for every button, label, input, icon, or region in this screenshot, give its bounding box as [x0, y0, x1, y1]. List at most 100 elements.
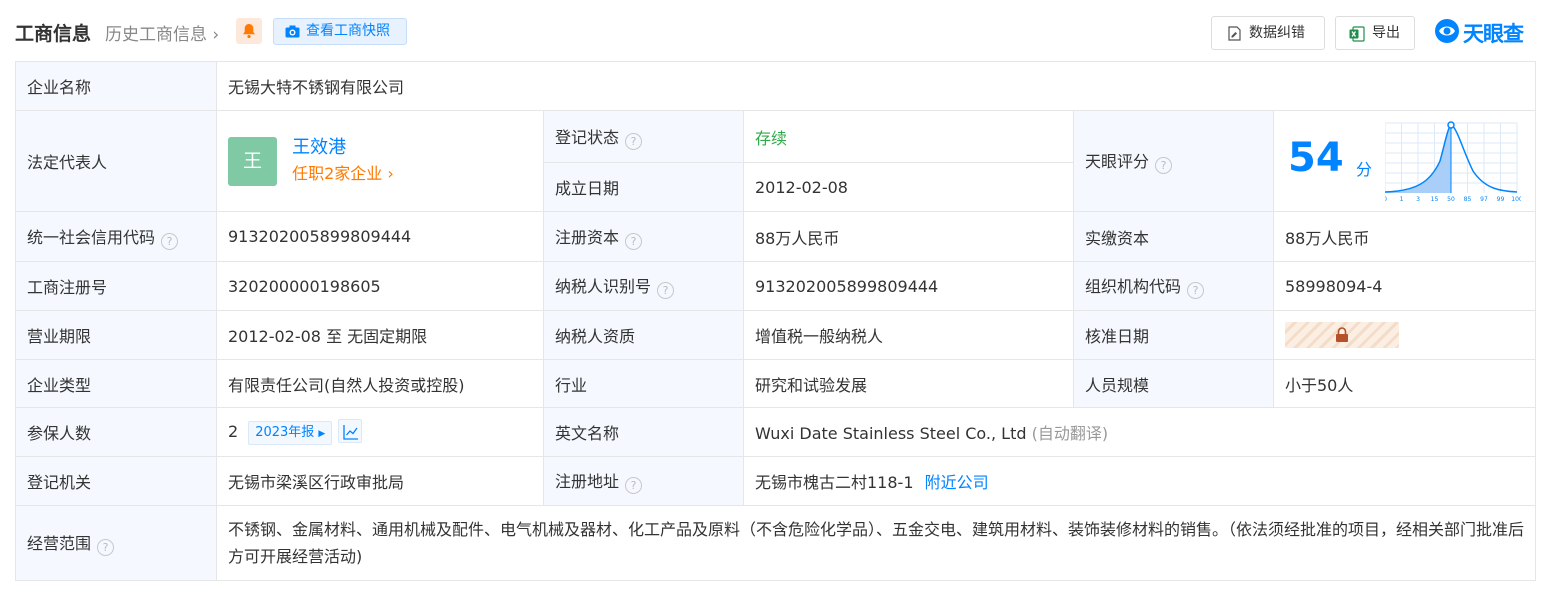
taxpayer-qual-value: 增值税一般纳税人 — [743, 310, 1074, 360]
staff-size-label: 人员规模 — [1073, 359, 1274, 408]
score-axis-tick: 97 — [1480, 196, 1488, 203]
company-type-label: 企业类型 — [15, 359, 217, 408]
english-name-label: 英文名称 — [543, 407, 744, 457]
help-icon[interactable]: ? — [97, 539, 115, 556]
table-row: 登记机关 无锡市梁溪区行政审批局 注册地址? 无锡市槐古二村118-1 附近公司 — [15, 456, 1537, 506]
score-axis-tick: 3 — [1416, 196, 1420, 203]
paid-capital-value: 88万人民币 — [1272, 211, 1537, 262]
scope-value: 不锈钢、金属材料、通用机械及配件、电气机械及器材、化工产品及原料（不含危险化学品… — [215, 505, 1537, 581]
table-row: 工商注册号 320200000198605 纳税人识别号? 9132020058… — [15, 261, 1537, 311]
industry-label: 行业 — [543, 359, 744, 408]
score-label: 天眼评分? — [1073, 110, 1274, 212]
score-value: 54 — [1288, 135, 1344, 181]
score-axis-tick: 99 — [1497, 196, 1505, 203]
company-type-value: 有限责任公司(自然人投资或控股) — [216, 359, 544, 408]
org-code-label: 组织机构代码? — [1073, 261, 1274, 311]
score-axis-tick: 50 — [1447, 196, 1455, 203]
insured-cell: 2 2023年报 ▶ — [216, 407, 544, 457]
chevron-right-icon: › — [387, 164, 394, 183]
score-cell[interactable]: 54 分 0 1 3 15 50 85 97 99 100 — [1272, 110, 1537, 212]
approve-date-label: 核准日期 — [1073, 310, 1274, 360]
insured-label: 参保人数 — [15, 407, 217, 457]
score-distribution-chart: 0 1 3 15 50 85 97 99 100 — [1385, 121, 1521, 203]
taxpayer-id-label: 纳税人识别号? — [543, 261, 744, 311]
snapshot-button[interactable]: 查看工商快照 — [273, 18, 407, 45]
legal-rep-cell: 王 王效港 任职2家企业 › — [216, 110, 544, 212]
table-row: 经营范围? 不锈钢、金属材料、通用机械及配件、电气机械及器材、化工产品及原料（不… — [15, 505, 1537, 581]
help-icon[interactable]: ? — [1187, 282, 1205, 299]
score-axis-tick: 85 — [1464, 196, 1472, 203]
reg-no-value: 320200000198605 — [216, 261, 544, 311]
reg-capital-value: 88万人民币 — [743, 211, 1074, 262]
trend-chart-button[interactable] — [338, 419, 363, 443]
logo-icon — [1435, 19, 1459, 43]
company-name-label: 企业名称 — [15, 61, 217, 111]
found-date-label: 成立日期 — [543, 162, 744, 212]
term-label: 营业期限 — [15, 310, 217, 360]
table-row: 营业期限 2012-02-08 至 无固定期限 纳税人资质 增值税一般纳税人 核… — [15, 310, 1537, 360]
industry-value: 研究和试验发展 — [743, 359, 1074, 408]
legal-rep-name[interactable]: 王效港 — [292, 135, 394, 161]
approve-date-cell — [1272, 310, 1537, 360]
history-link[interactable]: 历史工商信息 › — [105, 20, 219, 45]
table-row: 法定代表人 王 王效港 任职2家企业 › 登记状态? 存续 天眼评分? 54 分 — [15, 110, 1537, 212]
help-icon[interactable]: ? — [1155, 157, 1173, 174]
score-unit: 分 — [1356, 160, 1373, 179]
scope-label: 经营范围? — [15, 505, 217, 581]
help-icon[interactable]: ? — [625, 477, 643, 494]
data-correction-button[interactable]: 数据纠错 — [1211, 16, 1325, 50]
credit-code-label: 统一社会信用代码? — [15, 211, 217, 262]
address-label: 注册地址? — [543, 456, 744, 506]
annual-report-tag[interactable]: 2023年报 ▶ — [248, 421, 333, 445]
auto-translate-note: (自动翻译) — [1031, 424, 1109, 443]
taxpayer-id-value: 913202005899809444 — [743, 261, 1074, 311]
found-date-value: 2012-02-08 — [743, 162, 1074, 212]
help-icon[interactable]: ? — [161, 232, 179, 250]
authority-label: 登记机关 — [15, 456, 217, 506]
nearby-companies-link[interactable]: 附近公司 — [925, 473, 989, 492]
section-title: 工商信息 — [15, 23, 92, 45]
term-value: 2012-02-08 至 无固定期限 — [216, 310, 544, 360]
company-name-value: 无锡大特不锈钢有限公司 — [215, 61, 1537, 111]
reg-status-label: 登记状态? — [543, 110, 744, 163]
business-info-table: 企业名称 无锡大特不锈钢有限公司 法定代表人 王 王效港 任职2家企业 › 登记… — [15, 61, 1537, 581]
authority-value: 无锡市梁溪区行政审批局 — [216, 456, 544, 506]
help-icon[interactable]: ? — [625, 132, 643, 150]
line-chart-icon — [343, 425, 359, 440]
help-icon[interactable]: ? — [625, 232, 643, 250]
section-header: 工商信息 历史工商信息 › 查看工商快照 数据纠错 导出 天眼查 — [0, 0, 1544, 62]
insured-value: 2 — [228, 422, 239, 441]
score-axis-tick: 15 — [1431, 196, 1439, 203]
document-edit-icon — [1228, 26, 1241, 41]
english-name-value: Wuxi Date Stainless Steel Co., Ltd — [755, 424, 1027, 443]
table-row: 企业类型 有限责任公司(自然人投资或控股) 行业 研究和试验发展 人员规模 小于… — [15, 359, 1537, 408]
score-axis-tick: 0 — [1385, 196, 1387, 203]
caret-right-icon: ▶ — [318, 429, 326, 439]
taxpayer-qual-label: 纳税人资质 — [543, 310, 744, 360]
reg-no-label: 工商注册号 — [15, 261, 217, 311]
avatar[interactable]: 王 — [228, 136, 277, 186]
org-code-value: 58998094-4 — [1272, 261, 1537, 311]
staff-size-value: 小于50人 — [1272, 359, 1537, 408]
table-row: 统一社会信用代码? 913202005899809444 注册资本? 88万人民… — [15, 211, 1537, 262]
reg-status-value: 存续 — [743, 110, 1074, 163]
english-name-cell: Wuxi Date Stainless Steel Co., Ltd (自动翻译… — [742, 407, 1537, 457]
score-axis-tick: 100 — [1511, 196, 1521, 203]
table-row: 参保人数 2 2023年报 ▶ 英文名称 Wuxi Date Stainless … — [15, 407, 1537, 457]
excel-icon — [1349, 26, 1365, 42]
help-icon[interactable]: ? — [657, 282, 675, 299]
chevron-right-icon: › — [212, 25, 220, 45]
locked-value[interactable] — [1285, 322, 1399, 348]
legal-rep-jobs-link[interactable]: 任职2家企业 › — [292, 161, 394, 187]
address-cell: 无锡市槐古二村118-1 附近公司 — [742, 456, 1537, 506]
score-axis-tick: 1 — [1400, 196, 1404, 203]
lock-icon — [1336, 327, 1348, 342]
paid-capital-label: 实缴资本 — [1073, 211, 1274, 262]
legal-rep-label: 法定代表人 — [15, 110, 217, 212]
bell-button[interactable] — [236, 18, 262, 44]
address-value: 无锡市槐古二村118-1 — [755, 473, 914, 492]
export-button[interactable]: 导出 — [1335, 16, 1415, 50]
camera-icon — [285, 25, 300, 38]
reg-capital-label: 注册资本? — [543, 211, 744, 262]
credit-code-value: 913202005899809444 — [216, 211, 544, 262]
